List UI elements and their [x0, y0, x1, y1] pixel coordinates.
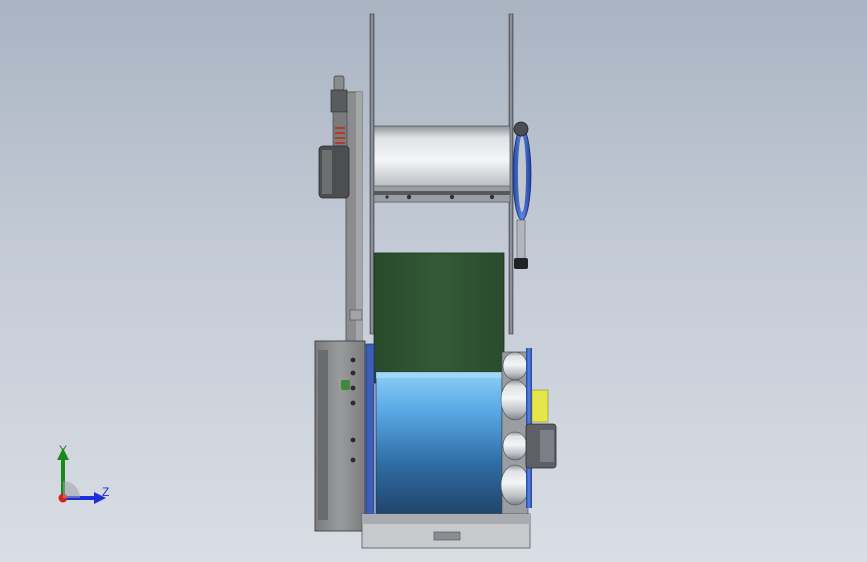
lower-housing [314, 340, 366, 532]
y-axis-label: Y [59, 443, 68, 457]
graphics-viewport[interactable]: Y Z [0, 0, 867, 562]
tension-spring-assembly [318, 75, 350, 199]
top-drum-roller [373, 125, 511, 203]
base-plate [361, 513, 531, 549]
left-upright-frame [345, 91, 363, 343]
z-axis-label: Z [102, 485, 110, 499]
coordinate-triad: Y Z [40, 436, 130, 516]
belt-sander-model[interactable] [0, 0, 867, 562]
abrasive-belt [373, 252, 505, 384]
triad-arrows-icon [57, 448, 106, 504]
top-drum-end-cap [512, 121, 532, 269]
right-side-mechanism [500, 348, 557, 521]
